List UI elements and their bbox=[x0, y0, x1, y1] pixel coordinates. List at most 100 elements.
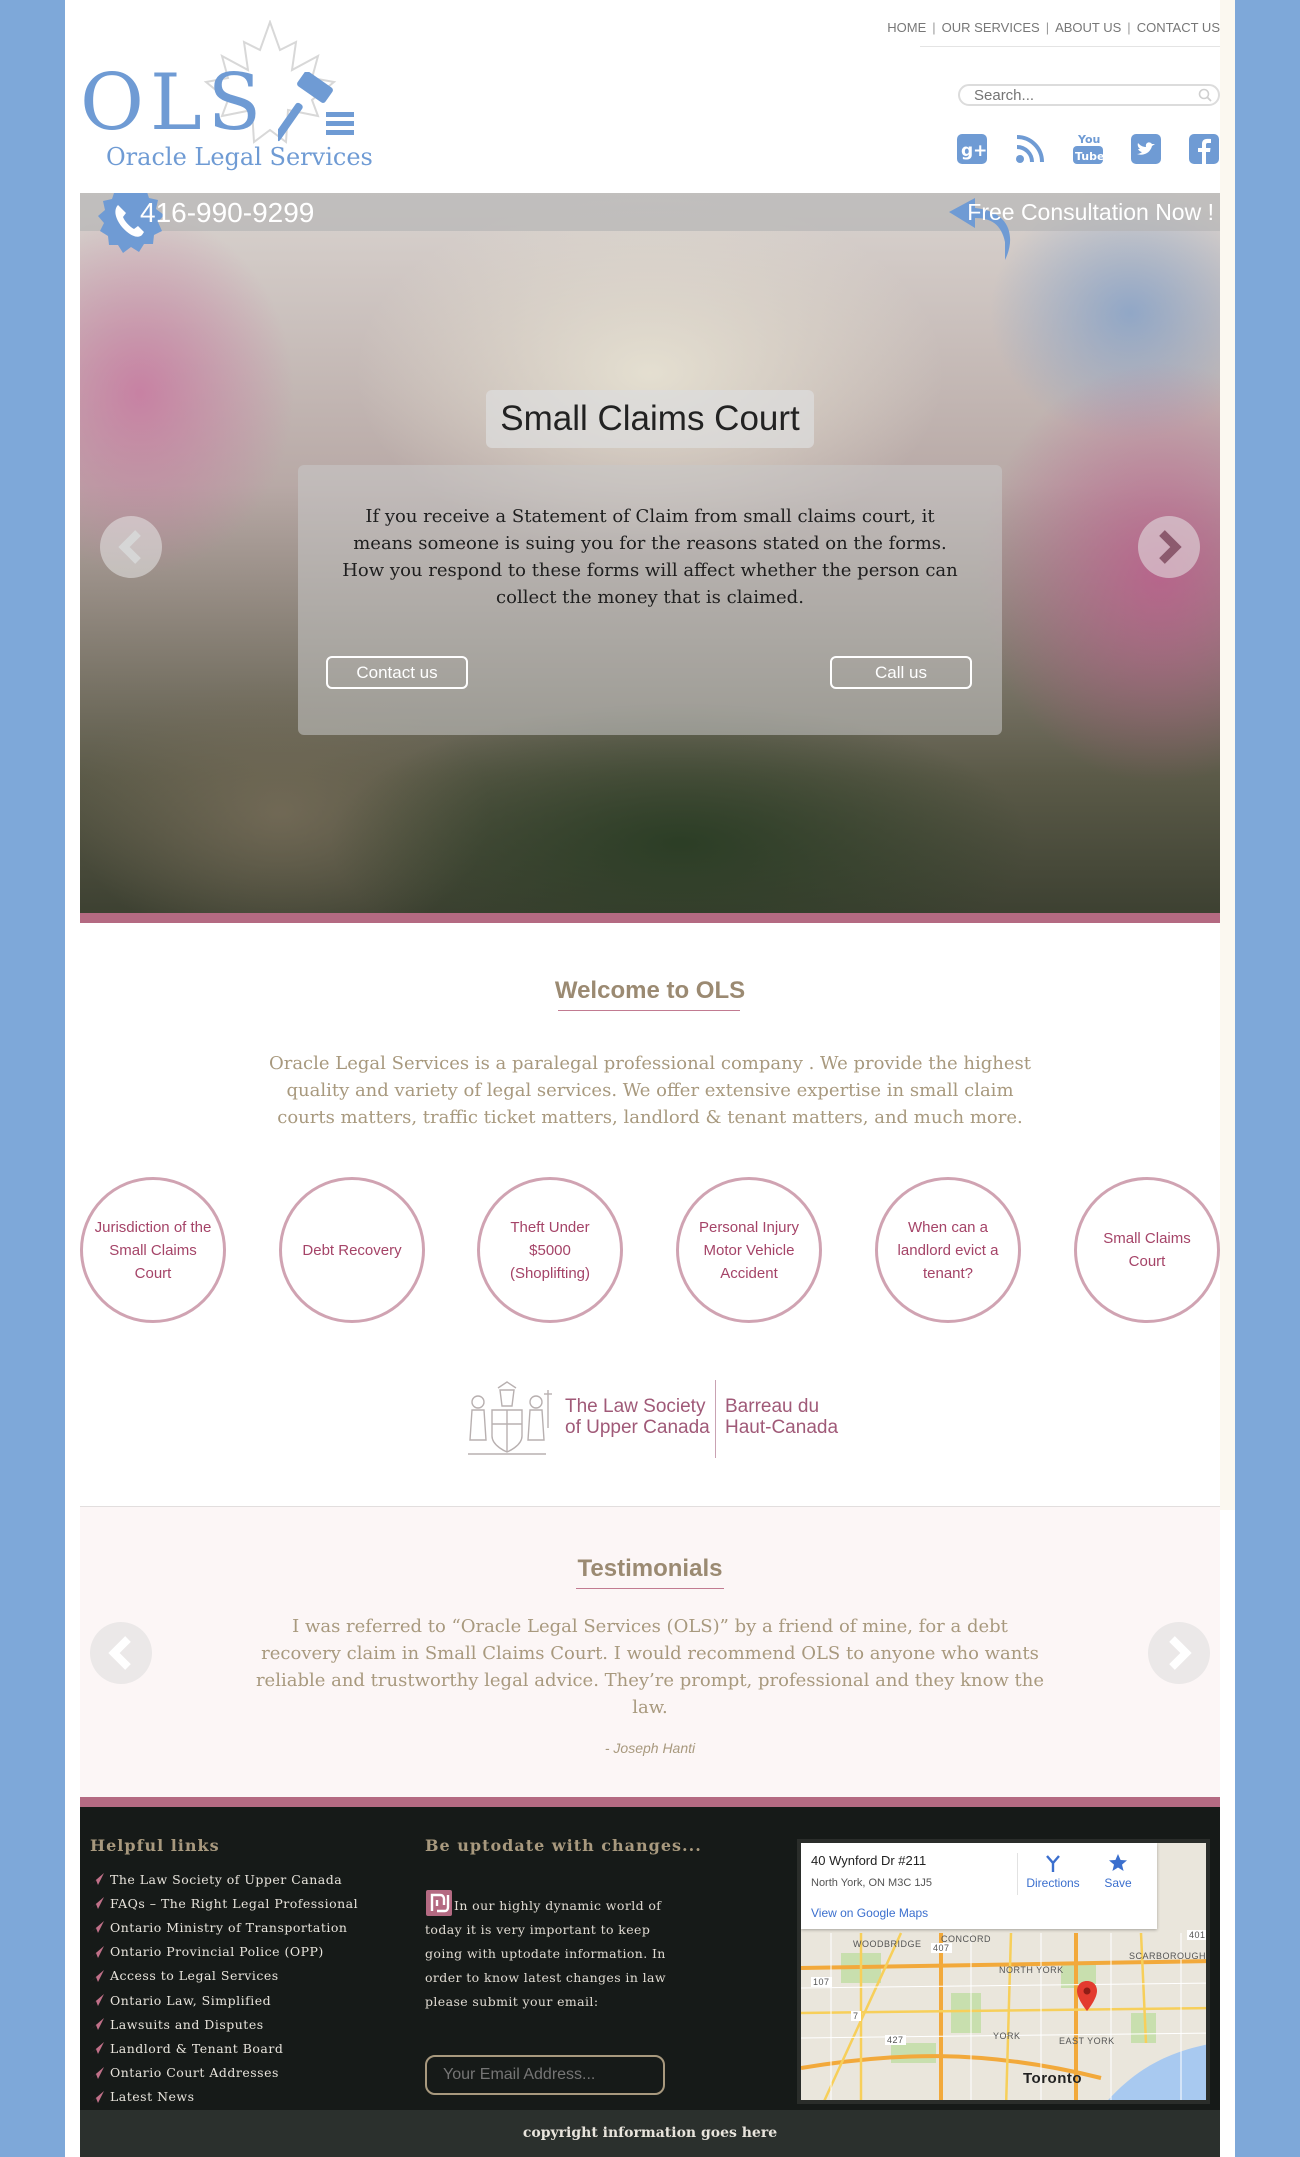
nav-contact-us[interactable]: CONTACT US bbox=[1131, 20, 1220, 35]
twitter-icon[interactable] bbox=[1130, 133, 1162, 165]
helpful-link-label: Lawsuits and Disputes bbox=[110, 2016, 264, 2032]
law-society-divider bbox=[715, 1380, 716, 1458]
testimonials-title: Testimonials bbox=[577, 1555, 723, 1582]
map-label-427: 427 bbox=[885, 2035, 906, 2045]
update-text: In our highly dynamic world of today it … bbox=[425, 1898, 666, 2009]
map-label-scarborough: SCARBOROUGH bbox=[1129, 1951, 1207, 1961]
send-icon bbox=[90, 1969, 104, 1982]
chevron-right-icon bbox=[1159, 530, 1182, 564]
slide-caption-box: If you receive a Statement of Claim from… bbox=[298, 465, 1002, 735]
call-us-button[interactable]: Call us bbox=[830, 656, 972, 689]
helpful-link-label: The Law Society of Upper Canada bbox=[110, 1871, 343, 1887]
slider-prev-button[interactable] bbox=[100, 516, 162, 578]
page-inner: HOME|OUR SERVICES|ABOUT US|CONTACT US OL… bbox=[80, 0, 1220, 2157]
map-label-107: 107 bbox=[811, 1977, 832, 1987]
youtube-icon[interactable]: You Tube bbox=[1072, 133, 1104, 165]
nav-our-services[interactable]: OUR SERVICES bbox=[936, 20, 1046, 35]
law-society-english: The Law Society of Upper Canada bbox=[565, 1396, 710, 1438]
helpful-link[interactable]: Ontario Ministry of Transportation bbox=[90, 1915, 358, 1939]
free-consultation-link[interactable]: Free Consultation Now ! bbox=[967, 199, 1214, 226]
helpful-link[interactable]: Ontario Law, Simplified bbox=[90, 1988, 358, 2012]
welcome-text: Oracle Legal Services is a paralegal pro… bbox=[268, 1053, 1032, 1128]
send-icon bbox=[90, 1945, 104, 1958]
helpful-link-label: Ontario Court Addresses bbox=[110, 2065, 279, 2081]
google-plus-icon[interactable]: g+ bbox=[956, 133, 988, 165]
facebook-icon[interactable] bbox=[1188, 133, 1220, 165]
send-icon bbox=[90, 2090, 104, 2103]
map-label-401: 401 bbox=[1187, 1930, 1206, 1940]
view-on-google-maps-link[interactable]: View on Google Maps bbox=[811, 1906, 928, 1920]
svg-text:Tube: Tube bbox=[1075, 150, 1104, 163]
helpful-link-label: Latest News bbox=[110, 2089, 195, 2105]
nav-about-us[interactable]: ABOUT US bbox=[1049, 20, 1127, 35]
send-icon bbox=[90, 2066, 104, 2079]
footer: Helpful links The Law Society of Upper C… bbox=[80, 1807, 1220, 2110]
slide-text: If you receive a Statement of Claim from… bbox=[342, 506, 958, 608]
helpful-link[interactable]: Ontario Court Addresses bbox=[90, 2061, 358, 2085]
svg-text:You: You bbox=[1077, 133, 1100, 146]
law-society-french: Barreau du Haut-Canada bbox=[725, 1396, 838, 1438]
page-container: HOME|OUR SERVICES|ABOUT US|CONTACT US OL… bbox=[65, 0, 1235, 2157]
testimonial-prev-button[interactable] bbox=[90, 1622, 152, 1684]
map-card-divider bbox=[1017, 1853, 1018, 1895]
helpful-link[interactable]: Ontario Provincial Police (OPP) bbox=[90, 1940, 358, 1964]
directions-icon bbox=[1046, 1855, 1060, 1872]
helpful-link-label: Ontario Law, Simplified bbox=[110, 1992, 272, 2008]
contact-us-button[interactable]: Contact us bbox=[326, 656, 468, 689]
service-jurisdiction[interactable]: Jurisdiction of the Small Claims Court bbox=[80, 1177, 226, 1323]
testimonial-quote: I was referred to “Oracle Legal Services… bbox=[255, 1616, 1045, 1718]
logo-text: OLS bbox=[80, 58, 268, 148]
law-society-fr-line1: Barreau du bbox=[725, 1396, 820, 1417]
helpful-link[interactable]: Access to Legal Services bbox=[90, 1964, 358, 1988]
service-theft-under-5000[interactable]: Theft Under $5000 (Shoplifting) bbox=[477, 1177, 623, 1323]
helpful-link[interactable]: The Law Society of Upper Canada bbox=[90, 1867, 358, 1891]
rss-icon[interactable] bbox=[1014, 133, 1046, 165]
google-map[interactable]: WOODBRIDGE CONCORD NORTH YORK SCARBOROUG… bbox=[797, 1839, 1210, 2104]
site-logo[interactable]: OLS Oracle Legal Services bbox=[80, 20, 373, 180]
map-city: North York, ON M3C 1J5 bbox=[811, 1877, 933, 1889]
send-icon bbox=[90, 1921, 104, 1934]
phone-number[interactable]: 416-990-9299 bbox=[140, 197, 314, 229]
chevron-left-icon bbox=[118, 530, 141, 564]
helpful-links-list: The Law Society of Upper Canada FAQs – Th… bbox=[90, 1867, 358, 2109]
map-label-toronto: Toronto bbox=[1023, 2070, 1083, 2087]
helpful-link-label: Landlord & Tenant Board bbox=[110, 2040, 284, 2056]
service-landlord-evict[interactable]: When can a landlord evict a tenant? bbox=[875, 1177, 1021, 1323]
helpful-link[interactable]: Latest News bbox=[90, 2085, 358, 2109]
service-personal-injury[interactable]: Personal Injury Motor Vehicle Accident bbox=[676, 1177, 822, 1323]
service-debt-recovery[interactable]: Debt Recovery bbox=[279, 1177, 425, 1323]
map-label-407: 407 bbox=[931, 1943, 952, 1953]
update-title: Be uptodate with changes... bbox=[425, 1836, 702, 1855]
map-save-button[interactable]: Save bbox=[1093, 1853, 1143, 1890]
coat-of-arms-icon bbox=[468, 1381, 552, 1455]
search-box[interactable] bbox=[958, 84, 1220, 106]
email-input[interactable] bbox=[425, 2055, 665, 2095]
law-society-logo[interactable]: The Law Society of Upper Canada Barreau … bbox=[462, 1380, 842, 1460]
send-icon bbox=[90, 2018, 104, 2031]
helpful-link-label: Ontario Ministry of Transportation bbox=[110, 1919, 348, 1935]
footer-top-border bbox=[80, 1797, 1220, 1807]
service-small-claims[interactable]: Small Claims Court bbox=[1074, 1177, 1220, 1323]
map-label-york: YORK bbox=[993, 2031, 1021, 2041]
newsletter-icon bbox=[426, 1890, 452, 1916]
search-icon[interactable] bbox=[1198, 88, 1212, 102]
slider-next-button[interactable] bbox=[1138, 516, 1200, 578]
logo-subtitle: Oracle Legal Services bbox=[106, 143, 373, 171]
helpful-link-label: FAQs – The Right Legal Professional bbox=[110, 1895, 359, 1911]
social-links: g+ You Tube bbox=[956, 133, 1220, 165]
chevron-right-icon bbox=[1169, 1636, 1192, 1670]
copyright-bar: copyright information goes here bbox=[80, 2110, 1220, 2157]
helpful-link[interactable]: FAQs – The Right Legal Professional bbox=[90, 1891, 358, 1915]
helpful-link[interactable]: Lawsuits and Disputes bbox=[90, 2012, 358, 2036]
nav-home[interactable]: HOME bbox=[881, 20, 932, 35]
helpful-link[interactable]: Landlord & Tenant Board bbox=[90, 2036, 358, 2060]
helpful-link-label: Ontario Provincial Police (OPP) bbox=[110, 1944, 324, 1960]
testimonial-next-button[interactable] bbox=[1148, 1622, 1210, 1684]
search-input[interactable] bbox=[974, 86, 1194, 104]
law-society-en-line1: The Law Society bbox=[565, 1396, 706, 1417]
chevron-left-icon bbox=[108, 1636, 131, 1670]
welcome-title: Welcome to OLS bbox=[554, 977, 746, 1004]
svg-text:g+: g+ bbox=[961, 141, 987, 161]
map-directions-button[interactable]: Directions bbox=[1023, 1853, 1083, 1890]
send-icon bbox=[90, 1873, 104, 1886]
